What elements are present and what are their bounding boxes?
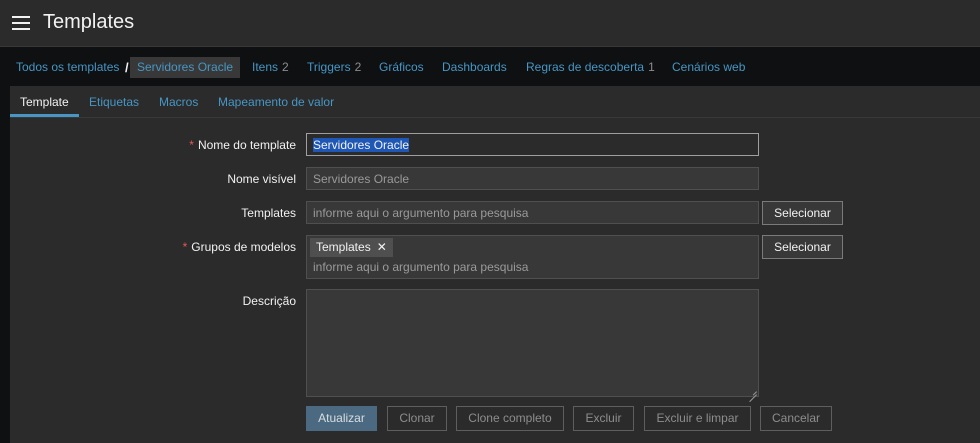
visible-name-label: Nome visível: [227, 172, 296, 186]
nav-web-scenarios-link[interactable]: Cenários web: [672, 60, 745, 74]
tab-macros[interactable]: Macros: [159, 95, 198, 109]
hamburger-menu-icon[interactable]: [12, 16, 30, 30]
nav-triggers-label: Triggers: [307, 60, 351, 74]
resize-grip-icon[interactable]: [749, 387, 757, 395]
groups-select-button[interactable]: Selecionar: [762, 235, 843, 259]
templates-select-button[interactable]: Selecionar: [762, 201, 843, 225]
remove-chip-icon[interactable]: ✕: [377, 240, 387, 254]
template-form-panel: Template Etiquetas Macros Mapeamento de …: [10, 86, 980, 443]
delete-and-clear-button[interactable]: Excluir e limpar: [644, 406, 751, 431]
groups-multiselect[interactable]: Templates ✕ informe aqui o argumento para…: [306, 235, 759, 279]
nav-triggers-link[interactable]: Triggers 2: [307, 60, 361, 74]
template-name-label: * Nome do template: [189, 138, 296, 152]
tab-bar: Template Etiquetas Macros Mapeamento de …: [10, 86, 980, 118]
nav-discovery-rules-link[interactable]: Regras de descoberta 1: [526, 60, 655, 74]
breadcrumb-current-template[interactable]: Servidores Oracle: [130, 57, 241, 78]
breadcrumb-all-templates[interactable]: Todos os templates: [16, 60, 119, 74]
nav-dashboards-link[interactable]: Dashboards: [442, 60, 507, 74]
nav-items-link[interactable]: Itens 2: [252, 60, 289, 74]
group-chip-label: Templates: [316, 240, 371, 254]
top-header: Templates: [0, 0, 980, 47]
update-button[interactable]: Atualizar: [306, 406, 377, 431]
full-clone-button[interactable]: Clone completo: [456, 406, 564, 431]
tab-value-mapping[interactable]: Mapeamento de valor: [218, 95, 334, 109]
tab-template[interactable]: Template: [20, 95, 69, 109]
delete-button[interactable]: Excluir: [573, 406, 634, 431]
description-textarea[interactable]: [306, 289, 759, 397]
templates-search-input[interactable]: informe aqui o argumento para pesquisa: [306, 201, 759, 224]
groups-label-text: Grupos de modelos: [191, 240, 296, 254]
template-name-input[interactable]: Servidores Oracle: [306, 133, 759, 156]
page-title: Templates: [43, 11, 135, 33]
nav-items-count: 2: [282, 60, 289, 74]
clone-button[interactable]: Clonar: [387, 406, 447, 431]
required-asterisk: *: [182, 240, 188, 254]
groups-label: * Grupos de modelos: [183, 240, 296, 254]
nav-discovery-label: Regras de descoberta: [526, 60, 645, 74]
tab-tags[interactable]: Etiquetas: [89, 95, 139, 109]
template-navbar: Todos os templates / Servidores Oracle I…: [0, 48, 980, 87]
template-name-label-text: Nome do template: [197, 138, 296, 152]
cancel-button[interactable]: Cancelar: [760, 406, 832, 431]
nav-graphs-link[interactable]: Gráficos: [379, 60, 424, 74]
nav-triggers-count: 2: [354, 60, 362, 74]
group-chip: Templates ✕: [310, 238, 393, 257]
template-name-value: Servidores Oracle: [313, 138, 410, 152]
description-label: Descrição: [242, 294, 296, 308]
nav-items-label: Itens: [252, 60, 279, 74]
nav-discovery-count: 1: [648, 60, 655, 74]
groups-search-placeholder[interactable]: informe aqui o argumento para pesquisa: [313, 260, 528, 274]
required-asterisk: *: [189, 138, 194, 152]
templates-label: Templates: [241, 206, 296, 220]
active-tab-indicator: [10, 114, 79, 117]
breadcrumb-separator: /: [125, 60, 129, 75]
visible-name-input[interactable]: Servidores Oracle: [306, 167, 759, 190]
